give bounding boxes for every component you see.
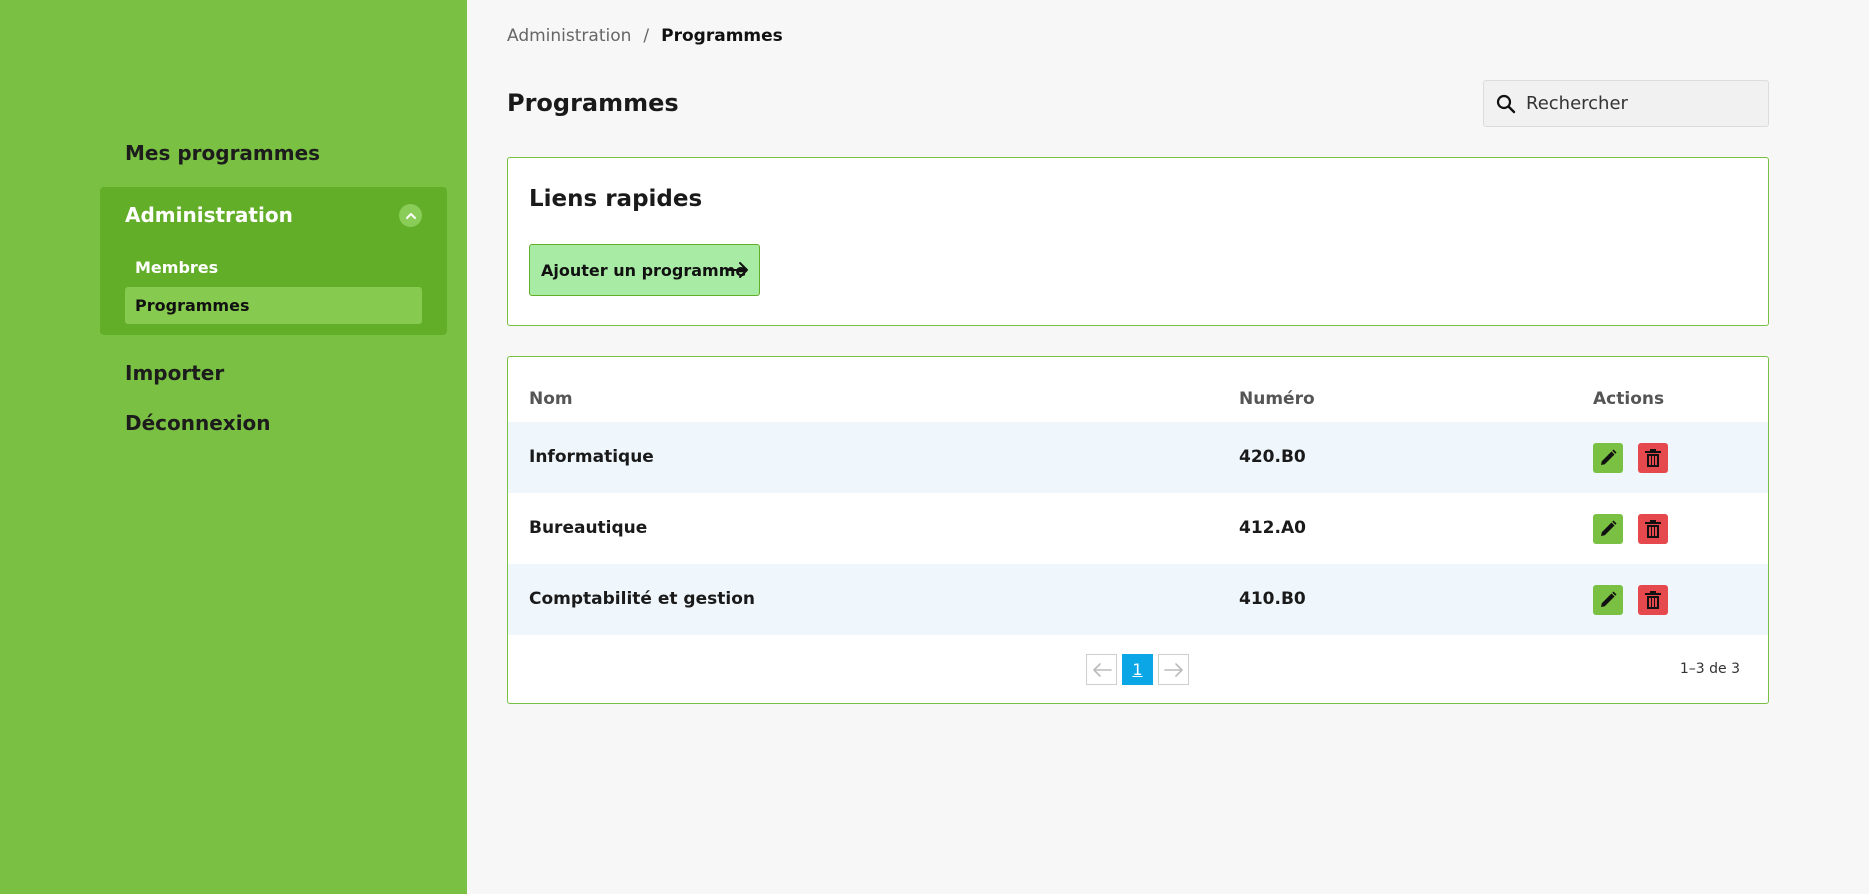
page-title: Programmes	[507, 89, 679, 117]
programs-table: Nom Numéro Actions Informatique 420.B0 B…	[507, 356, 1769, 704]
trash-icon	[1645, 591, 1661, 609]
sidebar-item-importer[interactable]: Importer	[125, 361, 224, 385]
edit-button[interactable]	[1593, 585, 1623, 615]
add-program-button[interactable]: Ajouter un programme	[529, 244, 760, 296]
pagination: 1	[1086, 654, 1189, 685]
next-page-button[interactable]	[1158, 654, 1189, 685]
arrow-left-icon	[1092, 662, 1112, 677]
sidebar: Mes programmes Administration Membres Pr…	[0, 0, 467, 894]
add-program-label: Ajouter un programme	[541, 260, 747, 280]
cell-number: 410.B0	[1239, 589, 1306, 609]
cell-name: Informatique	[529, 447, 654, 467]
column-header-numero: Numéro	[1239, 389, 1315, 409]
table-row: Bureautique 412.A0	[508, 493, 1768, 564]
sidebar-item-membres[interactable]: Membres	[135, 258, 218, 277]
page-button[interactable]: 1	[1122, 654, 1153, 685]
pencil-icon	[1601, 520, 1617, 536]
cell-name: Bureautique	[529, 518, 648, 538]
breadcrumb-administration[interactable]: Administration	[507, 26, 631, 46]
delete-button[interactable]	[1638, 585, 1668, 615]
result-count: 1–3 de 3	[1679, 661, 1740, 677]
trash-icon	[1645, 449, 1661, 467]
sidebar-item-programmes[interactable]: Programmes	[125, 287, 422, 324]
column-header-nom: Nom	[529, 389, 573, 409]
chevron-up-icon	[405, 212, 416, 219]
prev-page-button[interactable]	[1086, 654, 1117, 685]
edit-button[interactable]	[1593, 443, 1623, 473]
breadcrumb: Administration / Programmes	[507, 26, 783, 46]
arrow-right-icon	[727, 262, 748, 278]
collapse-button[interactable]	[399, 204, 422, 227]
sidebar-item-mes-programmes[interactable]: Mes programmes	[125, 141, 320, 165]
search-icon	[1496, 94, 1516, 113]
cell-name: Comptabilité et gestion	[529, 589, 755, 609]
pencil-icon	[1601, 591, 1617, 607]
sidebar-item-administration[interactable]: Administration	[125, 203, 293, 227]
cell-number: 412.A0	[1239, 518, 1306, 538]
edit-button[interactable]	[1593, 514, 1623, 544]
search-box[interactable]	[1483, 80, 1769, 127]
cell-number: 420.B0	[1239, 447, 1306, 467]
quick-links-card: Liens rapides Ajouter un programme	[507, 157, 1769, 326]
quick-links-title: Liens rapides	[529, 186, 703, 212]
breadcrumb-separator: /	[643, 26, 650, 46]
sidebar-group-administration: Administration Membres Programmes	[100, 187, 447, 335]
delete-button[interactable]	[1638, 443, 1668, 473]
arrow-right-icon	[1163, 662, 1183, 677]
trash-icon	[1645, 520, 1661, 538]
table-row: Comptabilité et gestion 410.B0	[508, 564, 1768, 635]
pencil-icon	[1601, 449, 1617, 465]
sidebar-item-deconnexion[interactable]: Déconnexion	[125, 411, 271, 435]
column-header-actions: Actions	[1593, 389, 1665, 409]
breadcrumb-current: Programmes	[661, 26, 783, 46]
delete-button[interactable]	[1638, 514, 1668, 544]
search-input[interactable]	[1526, 93, 1756, 114]
table-row: Informatique 420.B0	[508, 422, 1768, 493]
